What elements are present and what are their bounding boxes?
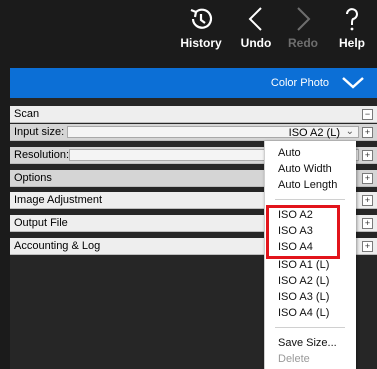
- dropdown-item[interactable]: ISO A4 (L): [278, 307, 329, 319]
- mode-label: Color Photo: [270, 77, 329, 89]
- section-options-label: Options: [14, 172, 52, 184]
- dropdown-arrow-icon: ⌄: [345, 126, 354, 137]
- dropdown-item[interactable]: Auto Width: [278, 163, 332, 175]
- undo-button[interactable]: Undo: [236, 4, 276, 60]
- expand-icon[interactable]: +: [362, 241, 373, 252]
- expand-icon[interactable]: +: [362, 173, 373, 184]
- help-button[interactable]: Help: [335, 4, 369, 60]
- question-icon: [346, 8, 358, 31]
- dropdown-item[interactable]: Auto Length: [278, 179, 337, 191]
- section-output-file-label: Output File: [14, 217, 68, 229]
- input-size-value: ISO A2 (L): [288, 127, 340, 139]
- section-scan-label: Scan: [14, 108, 40, 120]
- help-label: Help: [338, 36, 365, 50]
- redo-label: Redo: [288, 36, 318, 50]
- dropdown-item[interactable]: ISO A3 (L): [278, 291, 329, 303]
- collapse-icon[interactable]: −: [362, 109, 373, 120]
- dropdown-item[interactable]: Auto: [278, 147, 301, 159]
- redo-button[interactable]: Redo: [283, 4, 323, 60]
- undo-label: Undo: [240, 36, 272, 50]
- chevron-right-icon: [297, 7, 311, 31]
- dropdown-item-save-size[interactable]: Save Size...: [278, 337, 337, 349]
- toolbar: History Undo Redo Help: [0, 0, 377, 62]
- section-accounting-log-label: Accounting & Log: [14, 240, 101, 252]
- resolution-label: Resolution:: [14, 149, 70, 161]
- input-size-select[interactable]: ISO A2 (L) ⌄: [67, 126, 359, 139]
- dropdown-item-delete: Delete: [278, 353, 310, 365]
- history-icon: [190, 8, 213, 29]
- expand-icon[interactable]: +: [362, 150, 373, 161]
- dropdown-item[interactable]: ISO A1 (L): [278, 259, 329, 271]
- history-button[interactable]: History: [176, 4, 226, 60]
- highlight-box: [266, 205, 340, 259]
- section-image-adjustment-label: Image Adjustment: [14, 194, 103, 206]
- dropdown-separator: [275, 199, 345, 200]
- dropdown-separator: [275, 327, 345, 328]
- history-label: History: [180, 36, 222, 50]
- mode-bar[interactable]: Color Photo: [10, 68, 377, 98]
- chevron-left-icon: [248, 7, 262, 31]
- dropdown-item[interactable]: ISO A2 (L): [278, 275, 329, 287]
- expand-icon[interactable]: +: [362, 127, 373, 138]
- input-size-label: Input size:: [14, 126, 65, 138]
- chevron-down-icon[interactable]: [341, 76, 365, 90]
- expand-icon[interactable]: +: [362, 195, 373, 206]
- expand-icon[interactable]: +: [362, 218, 373, 229]
- section-scan[interactable]: Scan −: [10, 106, 377, 123]
- input-size-row: Input size: ISO A2 (L) ⌄ +: [10, 124, 377, 141]
